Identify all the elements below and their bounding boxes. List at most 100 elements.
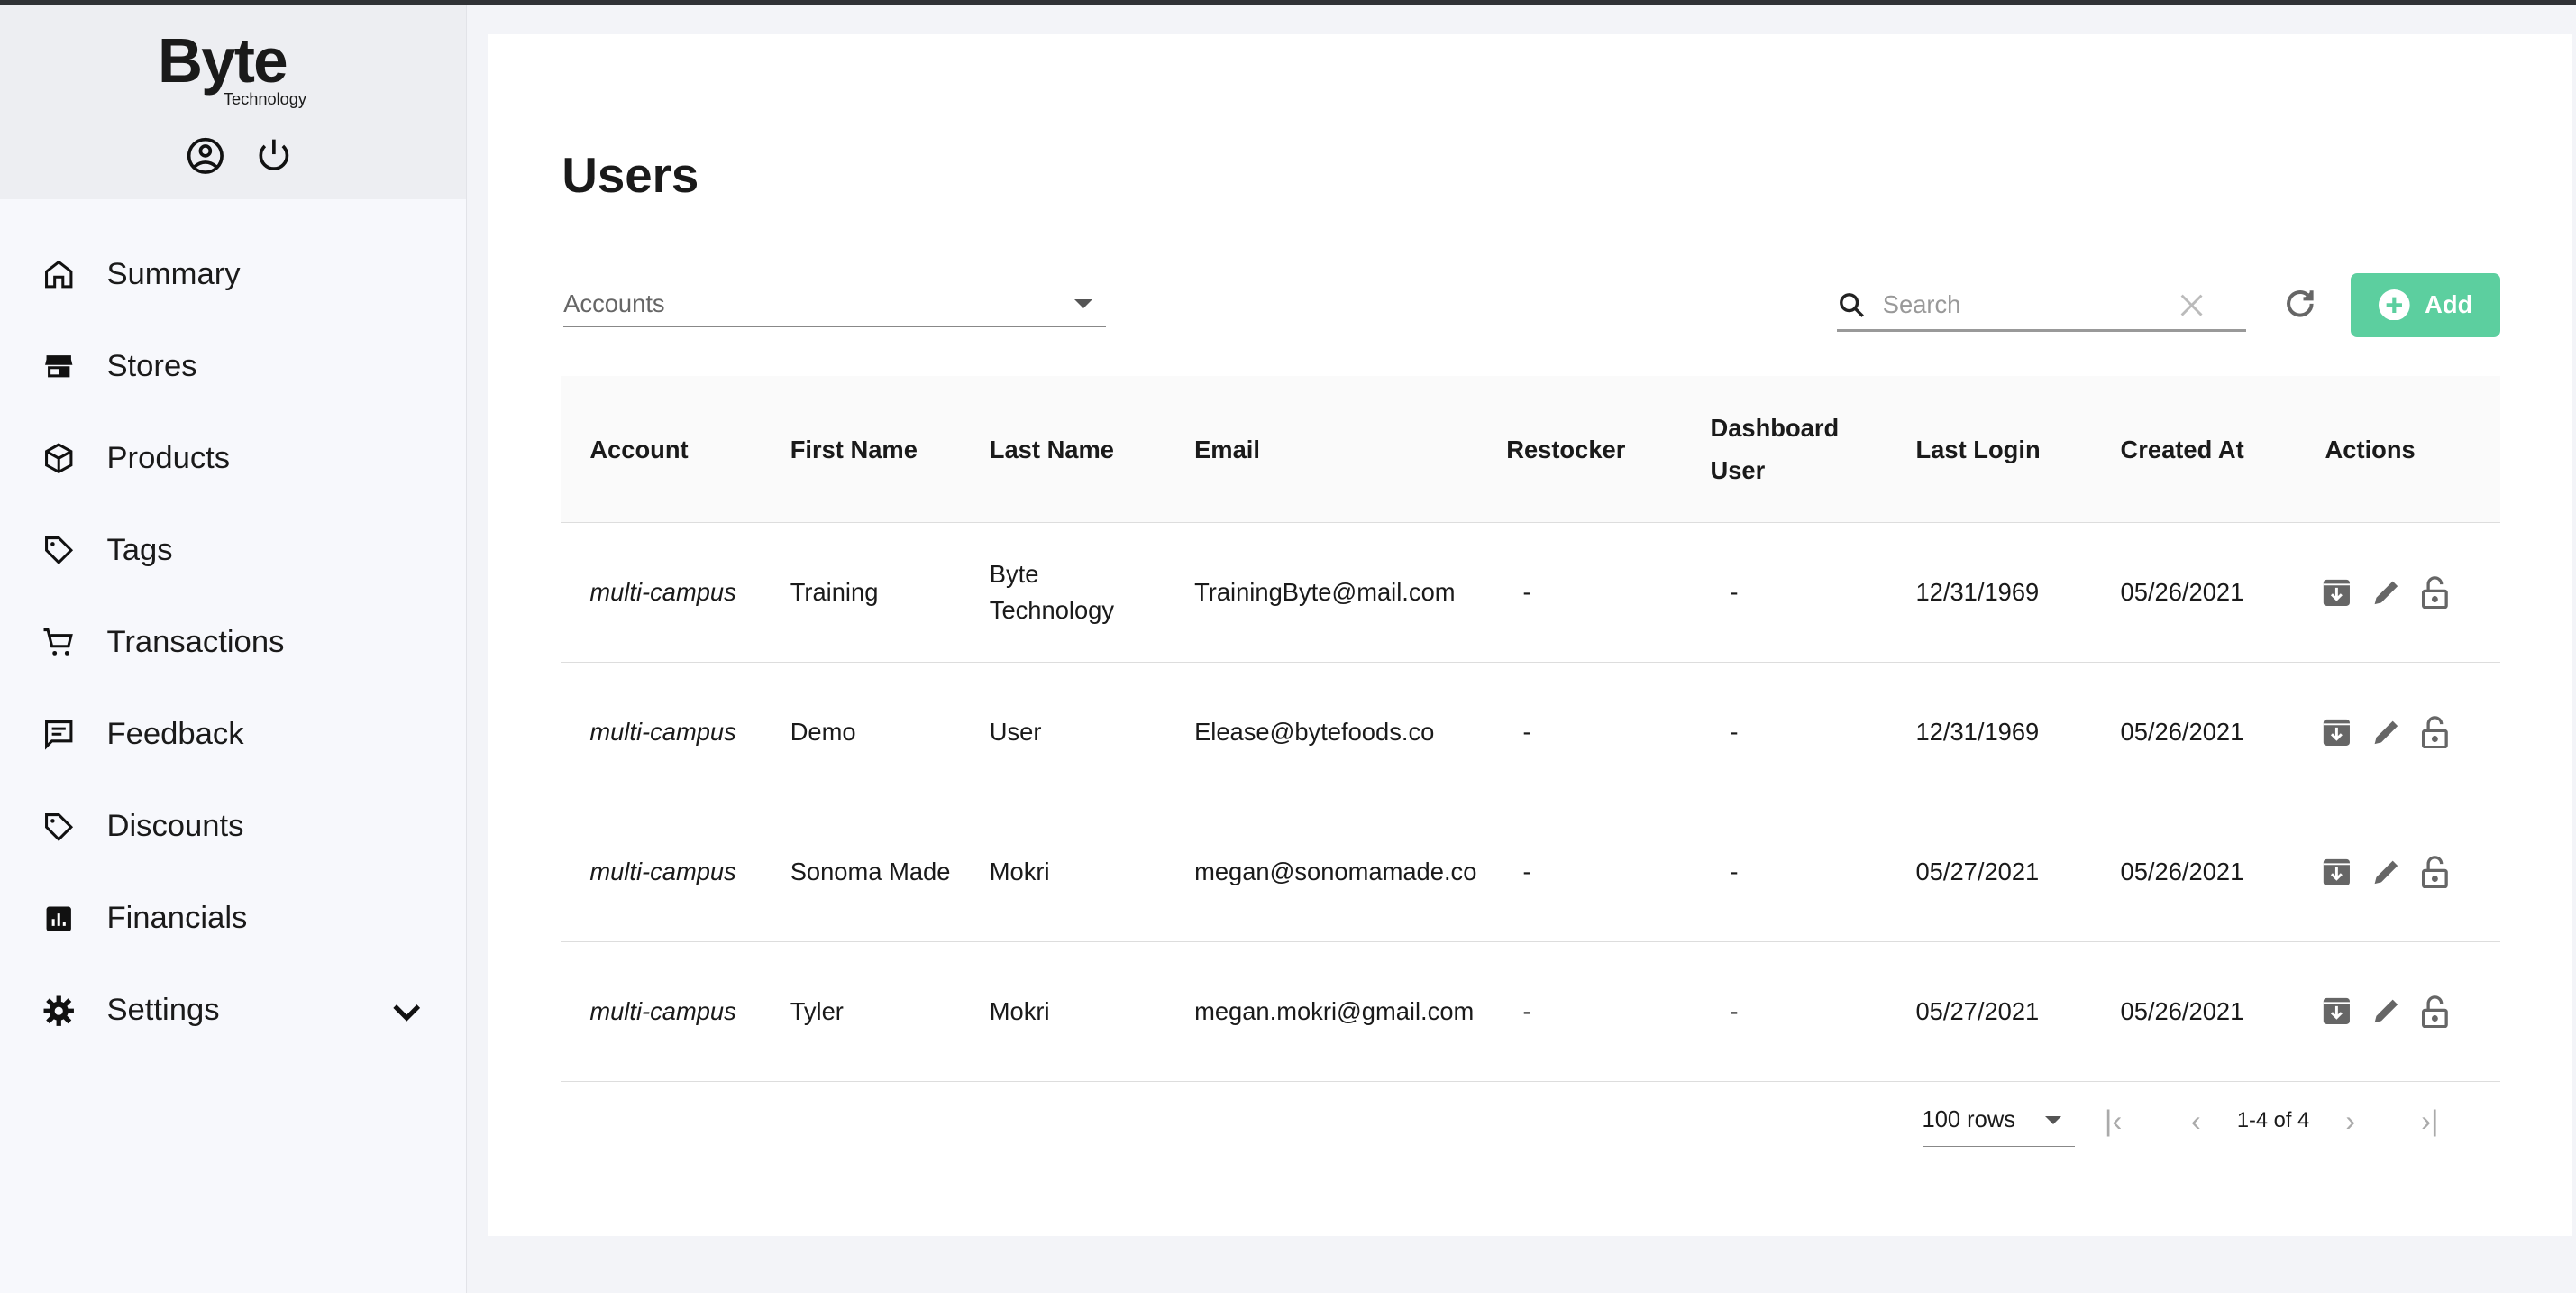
account-cell: multi-campus (560, 662, 761, 802)
sidebar-item-summary[interactable]: Summary (0, 228, 466, 320)
created-at-cell: 05/26/2021 (2090, 662, 2296, 802)
column-header-dashboard-user[interactable]: Dashboard User (1680, 376, 1886, 524)
sidebar-item-settings[interactable]: Settings (0, 965, 466, 1057)
email-cell: megan.mokri@gmail.com (1165, 941, 1477, 1082)
tag-icon (45, 812, 74, 841)
restocker-cell: - (1476, 941, 1681, 1082)
actions-cell (2295, 662, 2501, 802)
edit-icon[interactable] (2371, 578, 2401, 608)
add-user-button[interactable]: Add (2351, 272, 2501, 337)
column-header-last-login[interactable]: Last Login (1886, 376, 2091, 524)
sidebar-item-feedback[interactable]: Feedback (0, 689, 466, 781)
column-header-restocker[interactable]: Restocker (1476, 376, 1681, 524)
sidebar-item-discounts[interactable]: Discounts (0, 781, 466, 873)
first-name-cell: Training (760, 522, 960, 664)
sidebar-item-label: Feedback (106, 717, 244, 752)
lock-open-icon[interactable] (2420, 716, 2450, 749)
archive-icon[interactable] (2322, 718, 2352, 747)
box-icon (45, 443, 73, 474)
search-input[interactable] (1882, 290, 2179, 320)
next-page-icon[interactable]: › (2345, 1104, 2355, 1138)
lock-open-icon[interactable] (2420, 995, 2450, 1028)
dashboard-user-cell: - (1680, 662, 1886, 802)
sidebar-nav: Summary Stores Products Tags Transactions Fee… (0, 199, 466, 1057)
account-icon[interactable] (186, 136, 225, 176)
table-row: multi-campus Training Byte Technology Tr… (560, 522, 2501, 664)
lock-open-icon[interactable] (2420, 855, 2450, 888)
sidebar-item-tags[interactable]: Tags (0, 505, 466, 597)
restocker-cell: - (1476, 802, 1681, 942)
lock-open-icon[interactable] (2420, 576, 2450, 610)
dashboard-user-cell: - (1680, 522, 1886, 664)
column-header-account[interactable]: Account (560, 376, 761, 524)
sidebar-item-label: Summary (106, 256, 241, 291)
column-header-last-name[interactable]: Last Name (959, 376, 1165, 524)
add-label: Add (2425, 290, 2473, 319)
column-header-email[interactable]: Email (1165, 376, 1477, 524)
edit-icon[interactable] (2371, 857, 2401, 887)
created-at-cell: 05/26/2021 (2090, 522, 2296, 664)
last-login-cell: 05/27/2021 (1886, 941, 2091, 1082)
home-icon (45, 260, 73, 289)
table-row: multi-campus Sonoma Made Mokri megan@son… (560, 802, 2501, 942)
refresh-icon[interactable] (2280, 284, 2320, 324)
logo-text: Byte (157, 24, 288, 96)
chevron-down-icon[interactable] (390, 995, 423, 1027)
sidebar-item-label: Products (106, 440, 231, 475)
column-header-actions[interactable]: Actions (2295, 376, 2501, 524)
email-cell: megan@sonomamade.co (1165, 802, 1477, 942)
table-row: multi-campus Demo User Elease@bytefoods.… (560, 662, 2501, 802)
archive-icon[interactable] (2322, 996, 2352, 1026)
created-at-cell: 05/26/2021 (2090, 802, 2296, 942)
rows-per-page-value: 100 rows (1922, 1107, 2016, 1133)
plus-circle-icon (2379, 289, 2410, 321)
sidebar-item-financials[interactable]: Financials (0, 873, 466, 965)
column-header-first-name[interactable]: First Name (760, 376, 960, 524)
rows-per-page-select[interactable]: 100 rows (1922, 1095, 2076, 1148)
last-page-icon[interactable]: ›| (2421, 1104, 2438, 1138)
first-page-icon[interactable]: |‹ (2105, 1104, 2122, 1138)
last-login-cell: 12/31/1969 (1886, 522, 2091, 664)
page-title: Users (562, 147, 699, 204)
sidebar-item-stores[interactable]: Stores (0, 320, 466, 412)
logo-subtext: Technology (223, 90, 307, 109)
users-card: Users Accounts Add AccountFirst NameLast… (488, 34, 2573, 1236)
chart-icon (46, 906, 72, 931)
search-field (1836, 281, 2246, 333)
power-icon[interactable] (254, 136, 294, 176)
prev-page-icon[interactable]: ‹ (2191, 1104, 2201, 1138)
email-cell: Elease@bytefoods.co (1165, 662, 1477, 802)
restocker-cell: - (1476, 662, 1681, 802)
accounts-select[interactable]: Accounts (563, 281, 1106, 327)
actions-cell (2295, 802, 2501, 942)
archive-icon[interactable] (2322, 578, 2352, 608)
caret-down-icon (1074, 298, 1093, 309)
clear-icon[interactable] (2179, 292, 2205, 318)
sidebar-item-label: Settings (106, 993, 220, 1028)
archive-icon[interactable] (2322, 857, 2352, 887)
sidebar-item-transactions[interactable]: Transactions (0, 597, 466, 689)
last-name-cell: Byte Technology (959, 522, 1165, 664)
edit-icon[interactable] (2371, 718, 2401, 747)
last-name-cell: Mokri (959, 802, 1165, 942)
created-at-cell: 05/26/2021 (2090, 941, 2296, 1082)
sidebar-item-label: Financials (106, 901, 248, 936)
sidebar: Byte Technology Summary Stores Products Tag… (0, 5, 467, 1293)
edit-icon[interactable] (2371, 996, 2401, 1026)
column-header-created-at[interactable]: Created At (2090, 376, 2296, 524)
sidebar-item-products[interactable]: Products (0, 412, 466, 504)
email-cell: TrainingByte@mail.com (1165, 522, 1477, 664)
caret-down-icon (2045, 1116, 2062, 1124)
account-cell: multi-campus (560, 802, 761, 942)
restocker-cell: - (1476, 522, 1681, 664)
sidebar-item-label: Stores (106, 348, 197, 383)
gear-icon (43, 995, 75, 1026)
sidebar-item-label: Discounts (106, 809, 244, 844)
account-cell: multi-campus (560, 522, 761, 664)
pagination: 100 rows |‹ ‹ 1-4 of 4 › ›| (1922, 1095, 2439, 1148)
sidebar-item-label: Transactions (106, 625, 285, 660)
first-name-cell: Demo (760, 662, 960, 802)
last-name-cell: User (959, 662, 1165, 802)
sidebar-header: Byte Technology (0, 5, 466, 199)
dashboard-user-cell: - (1680, 941, 1886, 1082)
